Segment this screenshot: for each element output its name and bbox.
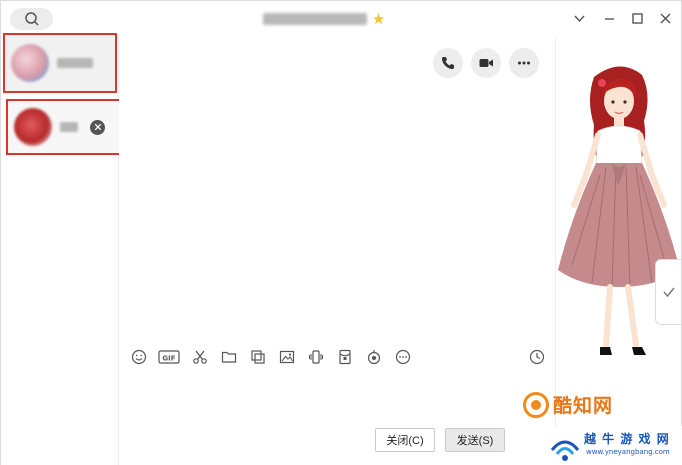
shake-icon (309, 350, 323, 364)
send-file-button[interactable] (219, 348, 239, 366)
red-packet-button[interactable] (335, 348, 355, 366)
image-icon (279, 350, 295, 364)
contact-name: ███ (60, 122, 78, 132)
chat-actions (433, 48, 539, 78)
watermark-text-2: 越 牛 游 戏 网 (584, 432, 670, 446)
picture-edit-button[interactable] (248, 348, 268, 366)
chevron-down-icon (573, 15, 585, 22)
avatar-show-figure (558, 66, 680, 355)
picture-edit-icon (251, 350, 265, 364)
scissors-icon (193, 350, 207, 364)
contact-item[interactable]: ██████ (3, 33, 117, 93)
folder-icon (221, 351, 237, 363)
check-icon (662, 287, 675, 298)
star-icon: ★ (371, 10, 386, 28)
close-icon (660, 13, 670, 23)
watermark-icon (523, 391, 549, 418)
watermark-url: www.yneyangbang.com (586, 448, 670, 456)
gif-button[interactable]: GIF (158, 348, 180, 366)
screenshot-button[interactable] (190, 348, 210, 366)
watermark-text: 酷知网 (553, 395, 614, 417)
search-icon (24, 12, 39, 26)
voice-message-button[interactable] (364, 348, 384, 366)
message-history-button[interactable] (527, 348, 547, 366)
voice-icon (367, 350, 381, 365)
maximize-button[interactable] (629, 10, 645, 26)
watermark-logo: 酷知网 (523, 391, 613, 418)
window-title-text: ████ ██ ████ (263, 13, 367, 25)
chat-window: ████ ██ ████ ★ ██████ ███ (0, 0, 682, 465)
history-icon (529, 349, 545, 365)
close-window-button[interactable] (657, 10, 673, 26)
avatar (11, 44, 49, 82)
title-bar: ████ ██ ████ ★ (1, 1, 681, 37)
maximize-icon (631, 12, 643, 24)
more-button[interactable] (509, 48, 539, 78)
collapse-panel-tab[interactable] (655, 259, 681, 325)
search-button[interactable] (10, 8, 53, 30)
contact-item[interactable]: ███ (6, 99, 124, 155)
gif-icon: GIF (158, 350, 180, 364)
more-icon (518, 61, 530, 65)
svg-text:GIF: GIF (162, 355, 175, 363)
close-button[interactable]: 关闭(C) (375, 428, 435, 452)
chat-area: GIF 关闭(C) 发送(S) (119, 37, 555, 465)
dropdown-button[interactable] (571, 10, 587, 26)
close-conversation-button[interactable] (90, 119, 105, 135)
emoji-icon (131, 349, 147, 365)
watermark-logo-2: 越 牛 游 戏 网 www.yneyangbang.com (546, 426, 682, 465)
phone-icon (442, 57, 454, 69)
red-packet-icon (339, 349, 351, 365)
minimize-icon (604, 17, 614, 20)
input-toolbar: GIF (129, 348, 547, 366)
contact-name: ██████ (57, 58, 93, 68)
minimize-button[interactable] (601, 10, 617, 26)
send-button[interactable]: 发送(S) (445, 428, 505, 452)
close-icon (94, 123, 101, 131)
more-icon (395, 349, 411, 365)
avatar (14, 108, 52, 146)
wifi-logo-icon (550, 440, 580, 461)
shake-button[interactable] (306, 348, 326, 366)
window-title: ████ ██ ████ ★ (263, 10, 385, 28)
voice-call-button[interactable] (433, 48, 463, 78)
contact-sidebar: ██████ ███ (1, 33, 124, 465)
send-image-button[interactable] (277, 348, 297, 366)
video-call-button[interactable] (471, 48, 501, 78)
emoji-button[interactable] (129, 348, 149, 366)
video-icon (479, 59, 493, 67)
more-tools-button[interactable] (393, 348, 413, 366)
